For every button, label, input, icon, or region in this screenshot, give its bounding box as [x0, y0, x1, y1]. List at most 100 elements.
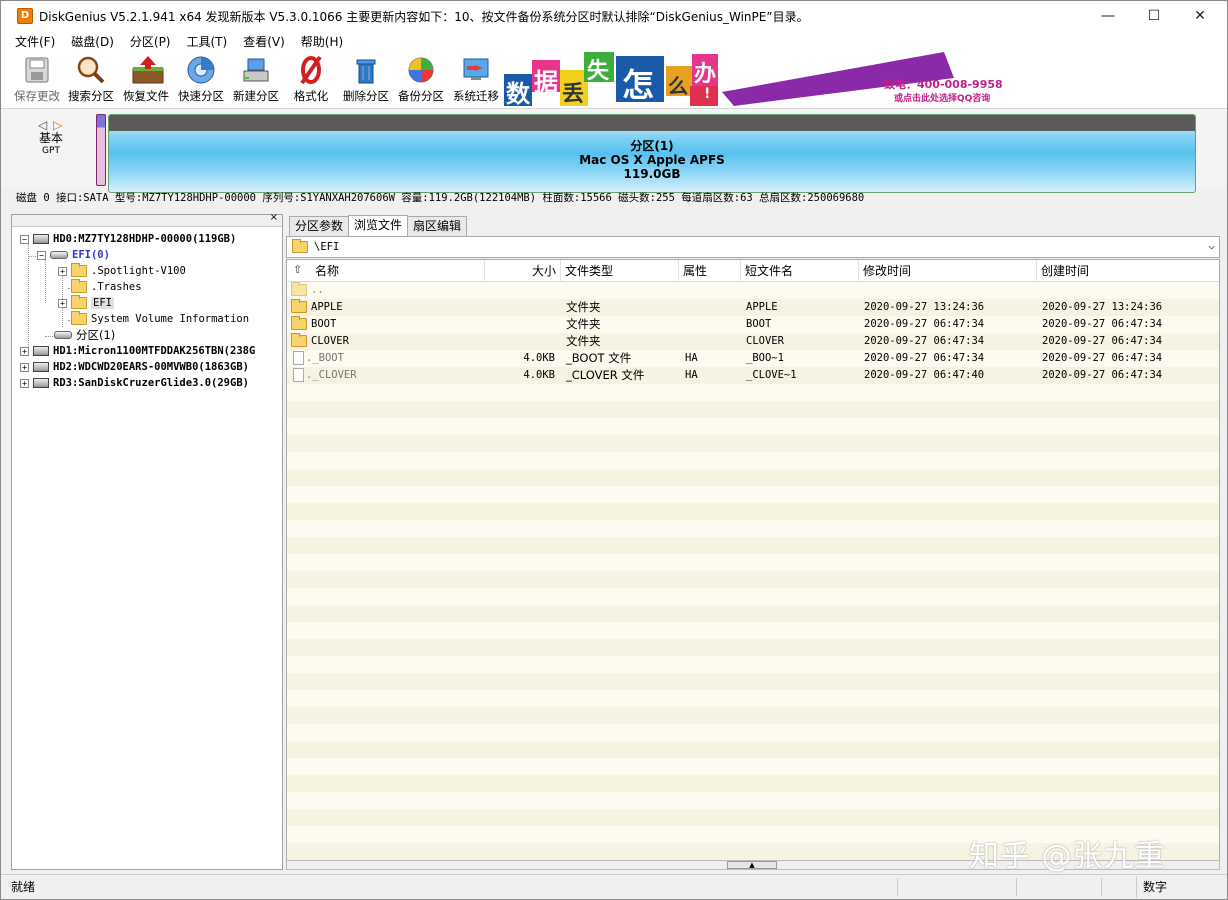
folder-icon	[71, 263, 87, 277]
new-partition-icon	[241, 55, 271, 85]
menu-view[interactable]: 查看(V)	[235, 33, 293, 50]
tree-node-trashes[interactable]: .Trashes	[71, 279, 142, 295]
partition-label: 分区(1) Mac OS X Apple APFS 119.0GB	[109, 139, 1195, 181]
sort-up-icon[interactable]: ⇧	[293, 263, 302, 276]
format-button[interactable]: 格式化	[283, 55, 339, 107]
minimize-button[interactable]: —	[1085, 1, 1131, 31]
tree-node-efi-partition[interactable]: − EFI(0)	[37, 247, 110, 263]
system-migrate-button[interactable]: 系统迁移	[448, 55, 504, 107]
tree-label: HD0:MZ7TY128HDHP-00000(119GB)	[53, 233, 237, 245]
column-short-name[interactable]: 短文件名	[741, 260, 859, 282]
hard-disk-icon	[33, 234, 49, 244]
expand-icon[interactable]: +	[58, 266, 67, 276]
file-row[interactable]: APPLE 文件夹 APPLE 2020-09-27 13:24:36 2020…	[287, 299, 1219, 316]
tree-node-spotlight[interactable]: + .Spotlight-V100	[58, 263, 186, 279]
collapse-icon[interactable]: −	[37, 250, 46, 260]
search-partition-button[interactable]: 搜索分区	[63, 55, 119, 107]
tree-close-icon[interactable]: ×	[270, 212, 278, 223]
column-size[interactable]: 大小	[485, 260, 561, 282]
tree-node-hd2[interactable]: + HD2:WDCWD20EARS-00MVWB0(1863GB)	[20, 359, 249, 375]
file-row[interactable]: CLOVER 文件夹 CLOVER 2020-09-27 06:47:34 20…	[287, 333, 1219, 350]
column-created[interactable]: 创建时间	[1037, 260, 1219, 282]
banner-qq: 或点击此处选择QQ咨询	[894, 94, 991, 104]
splitter-grip-icon[interactable]: ▲	[727, 861, 777, 869]
expand-icon[interactable]: +	[20, 346, 29, 356]
backup-icon	[406, 55, 436, 85]
format-label: 格式化	[293, 89, 329, 103]
banner-char: 怎	[622, 66, 655, 104]
new-partition-button[interactable]: 新建分区	[228, 55, 284, 107]
column-name[interactable]: 名称	[311, 260, 485, 282]
path-dropdown-icon[interactable]: ⌵	[1208, 239, 1215, 252]
collapse-icon[interactable]: −	[20, 234, 29, 244]
title-bar: D DiskGenius V5.2.1.941 x64 发现新版本 V5.3.0…	[1, 1, 1227, 31]
file-row[interactable]: ._CLOVER 4.0KB _CLOVER 文件 HA _CLOVE~1 20…	[287, 367, 1219, 384]
backup-partition-button[interactable]: 备份分区	[393, 55, 449, 107]
menu-file[interactable]: 文件(F)	[7, 33, 63, 50]
tree-node-partition-1[interactable]: 分区(1)	[54, 327, 115, 343]
file-type: _CLOVER 文件	[566, 368, 645, 382]
close-button[interactable]: ✕	[1177, 1, 1223, 31]
column-type[interactable]: 文件类型	[561, 260, 679, 282]
file-name: ..	[311, 284, 324, 296]
tree-node-rd3[interactable]: + RD3:SanDiskCruzerGlide3.0(29GB)	[20, 375, 249, 391]
efi-partition-block[interactable]	[96, 114, 106, 186]
file-type: 文件夹	[566, 300, 601, 314]
banner-char: 据	[534, 68, 558, 96]
partition-block-1[interactable]: 分区(1) Mac OS X Apple APFS 119.0GB	[108, 114, 1196, 193]
file-row-parent[interactable]: ..	[287, 282, 1219, 299]
status-text: 就绪	[11, 880, 36, 894]
tree-label: HD1:Micron1100MTFDDAK256TBN(238G	[53, 345, 256, 357]
tree-label: System Volume Information	[91, 313, 250, 325]
save-changes-label: 保存更改	[14, 89, 60, 103]
file-created: 2020-09-27 06:47:34	[1042, 352, 1163, 364]
tab-sector-edit[interactable]: 扇区编辑	[407, 216, 468, 236]
menu-disk[interactable]: 磁盘(D)	[63, 33, 122, 50]
tab-partition-params[interactable]: 分区参数	[289, 216, 350, 236]
tree-node-system-volume-information[interactable]: System Volume Information	[71, 311, 249, 327]
file-modified: 2020-09-27 06:47:34	[864, 352, 985, 364]
quick-partition-button[interactable]: 快速分区	[173, 55, 229, 107]
menu-help[interactable]: 帮助(H)	[293, 33, 351, 50]
file-created: 2020-09-27 06:47:34	[1042, 369, 1163, 381]
diskgenius-app-icon: D	[17, 8, 33, 24]
file-short-name: BOOT	[746, 318, 772, 330]
file-type: _BOOT 文件	[566, 351, 632, 365]
column-modified[interactable]: 修改时间	[859, 260, 1037, 282]
tree-node-hd0[interactable]: − HD0:MZ7TY128HDHP-00000(119GB)	[20, 231, 236, 247]
menu-bar: 文件(F) 磁盘(D) 分区(P) 工具(T) 查看(V) 帮助(H)	[1, 31, 1227, 51]
tree-node-efi-folder[interactable]: + EFI	[58, 295, 114, 311]
file-modified: 2020-09-27 06:47:34	[864, 335, 985, 347]
file-short-name: _BOO~1	[746, 352, 784, 364]
file-list-header: ⇧ 名称 大小 文件类型 属性 短文件名 修改时间 创建时间	[287, 260, 1219, 282]
column-attr[interactable]: 属性	[679, 260, 741, 282]
recover-files-button[interactable]: 恢复文件	[118, 55, 174, 107]
file-row[interactable]: ._BOOT 4.0KB _BOOT 文件 HA _BOO~1 2020-09-…	[287, 350, 1219, 367]
file-modified: 2020-09-27 06:47:34	[864, 318, 985, 330]
expand-icon[interactable]: +	[20, 378, 29, 388]
banner-char: 么	[668, 74, 688, 98]
save-changes-button[interactable]: 保存更改	[9, 55, 65, 107]
menu-partition[interactable]: 分区(P)	[122, 33, 179, 50]
maximize-button[interactable]: ☐	[1131, 1, 1177, 31]
tree-label: .Trashes	[91, 281, 142, 293]
delete-partition-label: 删除分区	[343, 89, 389, 103]
num-lock-indicator: 数字	[1136, 876, 1196, 898]
file-short-name: APPLE	[746, 301, 778, 313]
expand-icon[interactable]: +	[58, 298, 67, 308]
file-rows: .. APPLE 文件夹 APPLE 2020-09-27 13:24:36 2…	[287, 282, 1219, 860]
delete-partition-button[interactable]: 删除分区	[338, 55, 394, 107]
expand-icon[interactable]: +	[20, 362, 29, 372]
format-icon	[296, 55, 326, 85]
path-bar[interactable]: \EFI ⌵ ➔	[286, 236, 1228, 258]
disk-type-label: 基本	[38, 131, 63, 145]
tree-label: .Spotlight-V100	[91, 265, 186, 277]
banner-phone: 致电：400-008-9958	[884, 78, 1003, 91]
menu-tools[interactable]: 工具(T)	[179, 33, 236, 50]
file-name: ._CLOVER	[306, 369, 357, 381]
new-partition-label: 新建分区	[233, 89, 279, 103]
tree-node-hd1[interactable]: + HD1:Micron1100MTFDDAK256TBN(238G	[20, 343, 255, 359]
promo-banner[interactable]: 数 据 丢 失 怎 么 办 ! DiskGenius 团队为您服务 致电：400…	[504, 52, 1004, 106]
file-row[interactable]: BOOT 文件夹 BOOT 2020-09-27 06:47:34 2020-0…	[287, 316, 1219, 333]
tab-browse-files[interactable]: 浏览文件	[348, 215, 409, 237]
